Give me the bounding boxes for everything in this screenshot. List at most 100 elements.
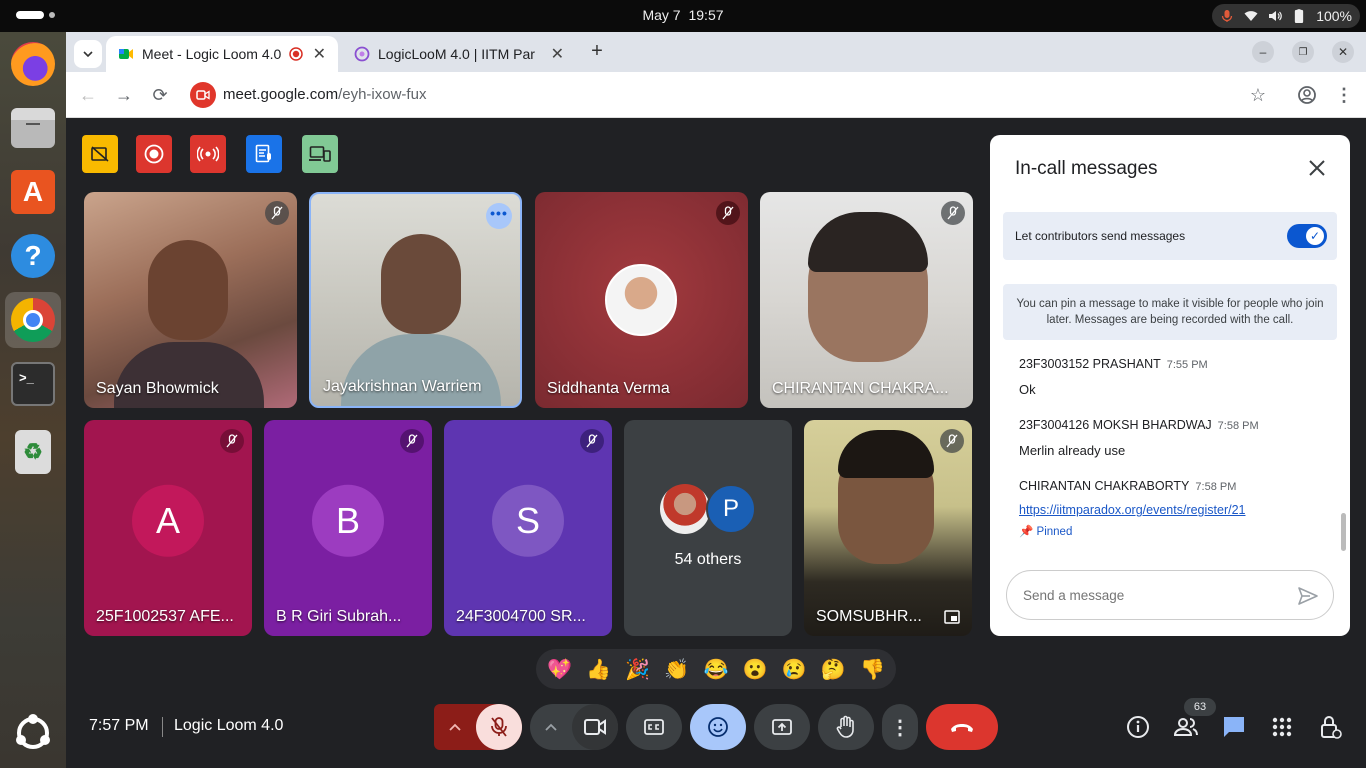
more-options-button[interactable]: ⋮ [882, 704, 918, 750]
minimize-button[interactable]: – [1252, 41, 1274, 63]
pinned-text: Pinned [1036, 526, 1073, 538]
participant-tile[interactable]: CHIRANTAN CHAKRA... [760, 192, 973, 408]
participant-tile[interactable]: Siddhanta Verma [535, 192, 748, 408]
tab-close-icon[interactable]: ✕ [313, 44, 326, 64]
maximize-button[interactable]: ❐ [1292, 41, 1314, 63]
raise-hand-button[interactable] [818, 704, 874, 750]
transcript-button[interactable] [246, 135, 282, 173]
others-tile[interactable]: P 54 others [624, 420, 792, 636]
companion-mode-button[interactable] [302, 135, 338, 173]
chrome-icon [11, 298, 55, 342]
participant-tile[interactable]: Sayan Bhowmick [84, 192, 297, 408]
dock-item-firefox[interactable] [5, 36, 61, 92]
reaction-thinking[interactable]: 🤔 [821, 657, 846, 682]
activities-grid-icon[interactable] [1268, 713, 1296, 741]
tab-close-icon[interactable]: ✕ [551, 44, 564, 64]
message-input[interactable] [1023, 584, 1283, 606]
video-camera-icon [584, 719, 606, 735]
message-time: 7:58 PM [1217, 420, 1259, 432]
bookmark-star-icon[interactable]: ☆ [1246, 83, 1270, 107]
firefox-icon [11, 42, 55, 86]
people-icon[interactable] [1172, 713, 1200, 741]
send-message-field [1006, 570, 1334, 620]
reaction-surprised[interactable]: 😮 [743, 657, 768, 682]
reload-button[interactable]: ⟳ [148, 83, 172, 107]
broadcast-icon [197, 146, 219, 162]
message-time: 7:55 PM [1166, 359, 1208, 371]
chat-icon[interactable] [1220, 713, 1248, 741]
message-sender: CHIRANTAN CHAKRABORTY [1019, 479, 1190, 493]
participant-tile[interactable]: B B R Giri Subrah... [264, 420, 432, 636]
reactions-button[interactable] [690, 704, 746, 750]
forward-button[interactable]: → [112, 83, 136, 107]
profile-icon[interactable] [1295, 83, 1319, 107]
recording-indicator-icon [289, 47, 304, 61]
dock-item-app-center[interactable]: A [5, 164, 61, 220]
reaction-sparkling-heart[interactable]: 💖 [547, 657, 572, 682]
end-call-icon [951, 724, 973, 732]
dock-item-trash[interactable]: ♻ [5, 424, 61, 480]
microphone-in-use-icon [1222, 10, 1233, 22]
participant-tile[interactable]: A 25F1002537 AFE... [84, 420, 252, 636]
dock-item-terminal[interactable]: >_ [5, 356, 61, 412]
dock-item-files[interactable] [5, 100, 61, 156]
recording-button[interactable] [136, 135, 172, 173]
reaction-thumbs-up[interactable]: 👍 [586, 657, 611, 682]
video-off-icon [91, 146, 109, 162]
app-center-icon: A [11, 170, 55, 214]
wifi-icon [1244, 11, 1258, 21]
reaction-party-popper[interactable]: 🎉 [625, 657, 650, 682]
tab-logicloom[interactable]: LogicLooM 4.0 | IITM Par ✕ [342, 36, 576, 72]
live-stream-button[interactable] [190, 135, 226, 173]
system-clock[interactable]: May 7 19:57 [0, 7, 1366, 23]
toggle-microphone-button[interactable] [476, 704, 522, 750]
dock-item-chrome[interactable] [5, 292, 61, 348]
toggle-camera-button[interactable] [572, 704, 618, 750]
back-button[interactable]: ← [76, 83, 100, 107]
audio-options-button[interactable] [434, 704, 476, 750]
reaction-thumbs-down[interactable]: 👎 [860, 657, 885, 682]
chat-scrollbar[interactable] [1341, 513, 1346, 551]
more-vert-icon: ⋮ [890, 716, 910, 739]
picture-in-picture-icon[interactable] [944, 610, 960, 624]
window-close-button[interactable]: ✕ [1332, 41, 1354, 63]
message-link[interactable]: https://iitmparadox.org/events/register/… [1019, 503, 1319, 517]
close-icon[interactable] [1306, 157, 1328, 179]
new-tab-button[interactable]: + [586, 41, 608, 63]
captions-button[interactable] [626, 704, 682, 750]
address-bar[interactable]: meet.google.com/eyh-ixow-fux [223, 86, 426, 103]
chevron-down-icon [83, 51, 93, 58]
participant-name: CHIRANTAN CHAKRA... [772, 380, 949, 397]
participant-tile-active-speaker[interactable]: ••• Jayakrishnan Warriem [309, 192, 522, 408]
reaction-crying[interactable]: 😢 [782, 657, 807, 682]
video-options-button[interactable] [530, 704, 572, 750]
system-tray[interactable]: 100% [1212, 4, 1360, 28]
show-apps-icon[interactable] [12, 712, 54, 754]
reaction-clapping[interactable]: 👏 [664, 657, 689, 682]
present-screen-button[interactable] [754, 704, 810, 750]
divider [162, 717, 163, 737]
meeting-info-icon[interactable] [1124, 713, 1152, 741]
let-contributors-send-messages-toggle[interactable]: ✓ [1287, 224, 1327, 248]
dock-item-help[interactable]: ? [5, 228, 61, 284]
host-controls-lock-icon[interactable] [1316, 713, 1344, 741]
url-path: /eyh-ixow-fux [338, 86, 427, 103]
emoji-icon [708, 717, 728, 737]
leave-call-button[interactable] [926, 704, 998, 750]
reaction-joy[interactable]: 😂 [704, 657, 729, 682]
pinned-label: 📌 Pinned [1019, 524, 1319, 538]
send-icon[interactable] [1297, 585, 1319, 607]
meet-area: Sayan Bhowmick ••• Jayakrishnan Warriem … [66, 119, 1366, 768]
muted-mic-icon [220, 429, 244, 453]
tab-meet[interactable]: Meet - Logic Loom 4.0 ✕ [106, 36, 338, 72]
tab-search-button[interactable] [74, 40, 102, 68]
host-camera-off-button[interactable] [82, 135, 118, 173]
closed-captions-icon [644, 719, 664, 735]
site-camera-icon[interactable] [190, 82, 216, 108]
browser-menu-icon[interactable]: ⋮ [1332, 83, 1356, 107]
participant-tile[interactable]: S 24F3004700 SR... [444, 420, 612, 636]
record-icon [144, 144, 164, 164]
devices-icon [309, 146, 331, 162]
more-options-icon[interactable]: ••• [486, 203, 512, 229]
participant-tile[interactable]: SOMSUBHR... [804, 420, 972, 636]
